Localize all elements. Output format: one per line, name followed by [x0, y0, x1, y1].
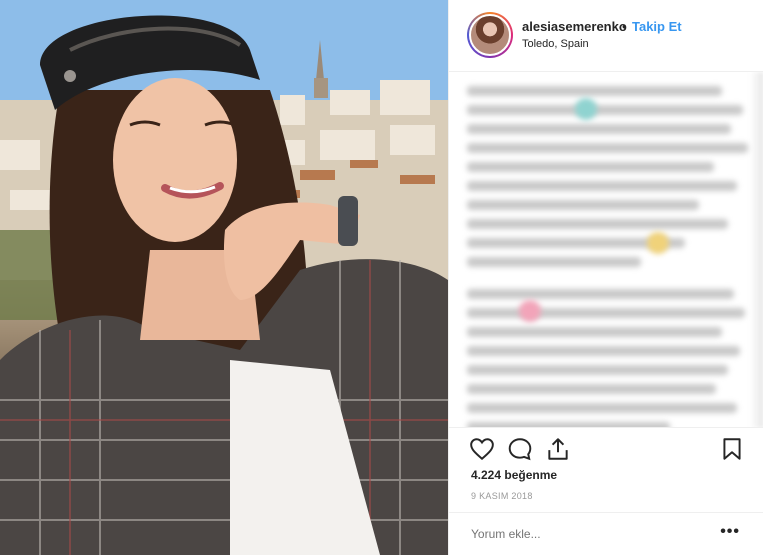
blurred-caption — [449, 72, 763, 428]
blurred-emoji — [519, 300, 541, 322]
caption-scrollbar[interactable] — [750, 72, 763, 427]
post-header: alesiasemerenko • Takip Et Toledo, Spain — [449, 0, 763, 72]
comment-input[interactable] — [471, 527, 701, 541]
post-date[interactable]: 9 KASIM 2018 — [471, 491, 533, 501]
cathedral-tower — [314, 78, 328, 98]
post-photo[interactable] — [0, 0, 448, 555]
bookmark-icon[interactable] — [719, 436, 745, 462]
separator-dot: • — [622, 19, 627, 34]
blurred-caption-text — [467, 86, 757, 427]
blurred-emoji — [647, 232, 669, 254]
share-icon[interactable] — [545, 436, 571, 462]
profile-picture — [469, 14, 511, 56]
wristwatch — [338, 196, 358, 246]
heart-icon[interactable] — [469, 436, 495, 462]
action-bar — [449, 428, 763, 470]
blurred-emoji — [575, 98, 597, 120]
follow-button[interactable]: Takip Et — [632, 19, 682, 34]
username-link[interactable]: alesiasemerenko — [522, 19, 627, 34]
cap-button — [64, 70, 76, 82]
speech-bubble-icon[interactable] — [507, 436, 533, 462]
avatar[interactable] — [467, 12, 513, 58]
comment-bar: ••• — [449, 512, 763, 555]
location-link[interactable]: Toledo, Spain — [522, 38, 589, 50]
face — [113, 78, 237, 242]
photo-illustration — [0, 0, 448, 555]
likes-count[interactable]: 4.224 beğenme — [471, 468, 557, 482]
post-details-panel: alesiasemerenko • Takip Et Toledo, Spain — [448, 0, 763, 555]
more-options-icon[interactable]: ••• — [720, 523, 740, 541]
